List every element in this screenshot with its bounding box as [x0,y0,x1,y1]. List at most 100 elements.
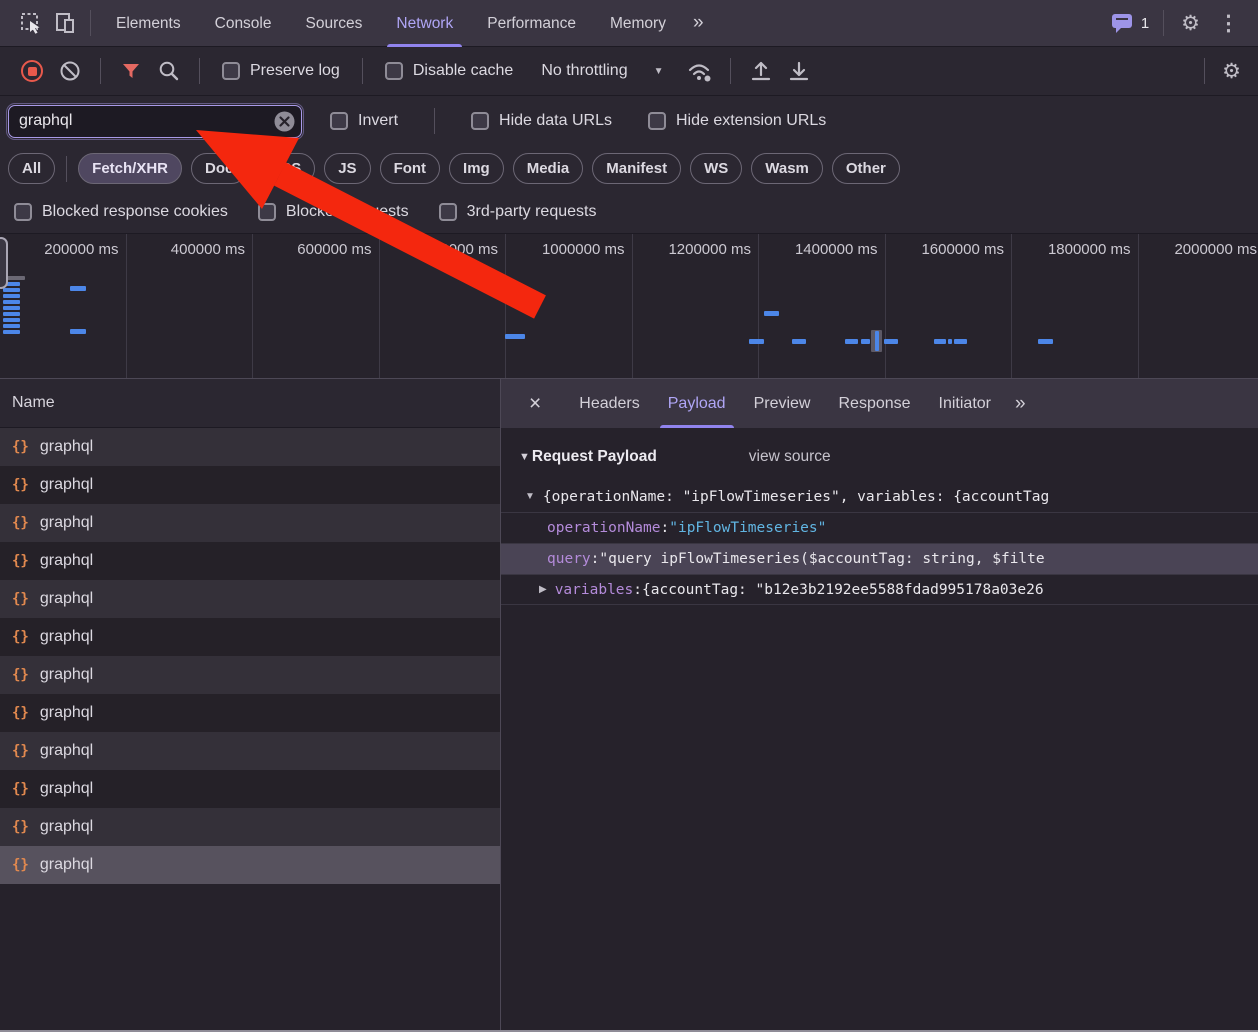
throttling-select[interactable]: No throttling ▼ [527,62,677,80]
request-row[interactable]: {}graphql [0,656,500,694]
detail-tab-response[interactable]: Response [824,379,924,428]
filter-input[interactable] [8,105,302,138]
more-detail-tabs-icon[interactable]: » [1005,393,1034,415]
payload-tree-row[interactable]: query: "query ipFlowTimeseries($accountT… [501,543,1258,574]
tab-bar-right: 1 ⚙ ⋮ [1105,10,1258,36]
search-button[interactable] [153,55,185,87]
filter-pill-doc[interactable]: Doc [191,153,247,184]
blocked-response-cookies-checkbox[interactable] [14,203,32,221]
detail-tab-headers[interactable]: Headers [565,379,653,428]
tab-network[interactable]: Network [379,0,470,47]
network-conditions-button[interactable] [684,55,716,87]
request-row[interactable]: {}graphql [0,808,500,846]
filter-pill-other[interactable]: Other [832,153,900,184]
request-row[interactable]: {}graphql [0,542,500,580]
issues-counter[interactable]: 1 [1105,13,1155,34]
inspect-element-icon[interactable] [14,6,48,40]
upload-icon [749,59,773,83]
payload-tree-row[interactable]: ▶variables: {accountTag: "b12e3b2192ee55… [501,574,1258,605]
filter-pill-fetch-xhr[interactable]: Fetch/XHR [78,153,182,184]
request-row[interactable]: {}graphql [0,846,500,884]
timeline-request-bar [3,288,20,292]
filter-pill-font[interactable]: Font [380,153,440,184]
devtools-window: ElementsConsoleSourcesNetworkPerformance… [0,0,1258,1032]
detail-tab-initiator[interactable]: Initiator [925,379,1005,428]
detail-tab-preview[interactable]: Preview [740,379,825,428]
view-source-link[interactable]: view source [749,448,831,466]
request-row[interactable]: {}graphql [0,770,500,808]
request-row[interactable]: {}graphql [0,694,500,732]
filter-pill-media[interactable]: Media [513,153,584,184]
disable-cache-checkbox[interactable] [385,62,403,80]
timeline-tick-label: 800000 ms [424,241,498,258]
triangle-right-icon[interactable]: ▶ [539,584,547,595]
json-braces-icon: {} [12,439,29,455]
blocked-requests-label: Blocked requests [286,203,409,221]
export-har-button[interactable] [783,55,815,87]
timeline-request-bar [749,339,764,344]
timeline-grip-handle[interactable] [0,237,8,289]
speech-bubble-icon [1111,13,1134,34]
filter-pill-manifest[interactable]: Manifest [592,153,681,184]
request-row[interactable]: {}graphql [0,504,500,542]
request-row[interactable]: {}graphql [0,618,500,656]
network-overview-timeline[interactable]: 200000 ms400000 ms600000 ms800000 ms1000… [0,234,1258,379]
close-details-icon[interactable]: × [519,392,551,416]
filter-pill-all[interactable]: All [8,153,55,184]
network-main-area: Name {}graphql{}graphql{}graphql{}graphq… [0,379,1258,1032]
request-row[interactable]: {}graphql [0,466,500,504]
tab-performance[interactable]: Performance [470,0,593,47]
disable-cache-toggle[interactable]: Disable cache [377,62,522,80]
blocked-response-cookies-toggle[interactable]: Blocked response cookies [6,203,236,221]
filter-pill-css[interactable]: CSS [256,153,315,184]
record-network-log-button[interactable] [16,55,48,87]
network-settings-gear-icon[interactable]: ⚙ [1213,59,1250,84]
hide-data-urls-checkbox[interactable] [471,112,489,130]
third-party-requests-toggle[interactable]: 3rd-party requests [431,203,605,221]
filter-pill-ws[interactable]: WS [690,153,742,184]
name-column-header[interactable]: Name [0,379,500,428]
request-row[interactable]: {} graphql [0,428,500,466]
json-braces-icon: {} [12,857,29,873]
tab-sources[interactable]: Sources [289,0,380,47]
triangle-down-icon[interactable]: ▼ [525,491,535,502]
tab-console[interactable]: Console [198,0,289,47]
payload-tree-row[interactable]: operationName: "ipFlowTimeseries" [501,512,1258,543]
import-har-button[interactable] [745,55,777,87]
hide-data-urls-toggle[interactable]: Hide data URLs [463,112,620,130]
hide-extension-urls-checkbox[interactable] [648,112,666,130]
blocked-requests-toggle[interactable]: Blocked requests [250,203,417,221]
timeline-tick-label: 1600000 ms [921,241,1004,258]
tab-memory[interactable]: Memory [593,0,683,47]
json-braces-icon: {} [12,629,29,645]
settings-gear-icon[interactable]: ⚙ [1172,11,1209,36]
blocked-requests-checkbox[interactable] [258,203,276,221]
third-party-requests-checkbox[interactable] [439,203,457,221]
filter-toggle-button[interactable] [115,55,147,87]
request-name-label: graphql [40,438,93,456]
request-row[interactable]: {}graphql [0,732,500,770]
payload-text-segment: {accountTag: "b12e3b2192ee5588fdad995178… [642,582,1044,598]
hide-extension-urls-toggle[interactable]: Hide extension URLs [640,112,834,130]
clear-filter-icon[interactable] [274,111,295,132]
kebab-menu-icon[interactable]: ⋮ [1209,11,1248,36]
json-braces-icon: {} [12,515,29,531]
timeline-request-bar [764,311,779,316]
filter-pill-js[interactable]: JS [324,153,370,184]
detail-tab-payload[interactable]: Payload [654,379,740,428]
preserve-log-checkbox[interactable] [222,62,240,80]
invert-checkbox[interactable] [330,112,348,130]
filter-pill-wasm[interactable]: Wasm [751,153,823,184]
payload-text-segment: variables [555,582,634,598]
more-tabs-icon[interactable]: » [683,12,712,34]
tab-elements[interactable]: Elements [99,0,198,47]
preserve-log-toggle[interactable]: Preserve log [214,62,348,80]
invert-toggle[interactable]: Invert [322,112,406,130]
filter-pill-img[interactable]: Img [449,153,504,184]
clear-network-log-button[interactable] [54,55,86,87]
request-row[interactable]: {}graphql [0,580,500,618]
request-details-panel: × HeadersPayloadPreviewResponseInitiator… [501,379,1258,1032]
request-payload-section[interactable]: ▼ Request Payload [519,448,657,466]
device-toolbar-icon[interactable] [48,6,82,40]
payload-tree-row[interactable]: ▼{operationName: "ipFlowTimeseries", var… [501,481,1258,512]
